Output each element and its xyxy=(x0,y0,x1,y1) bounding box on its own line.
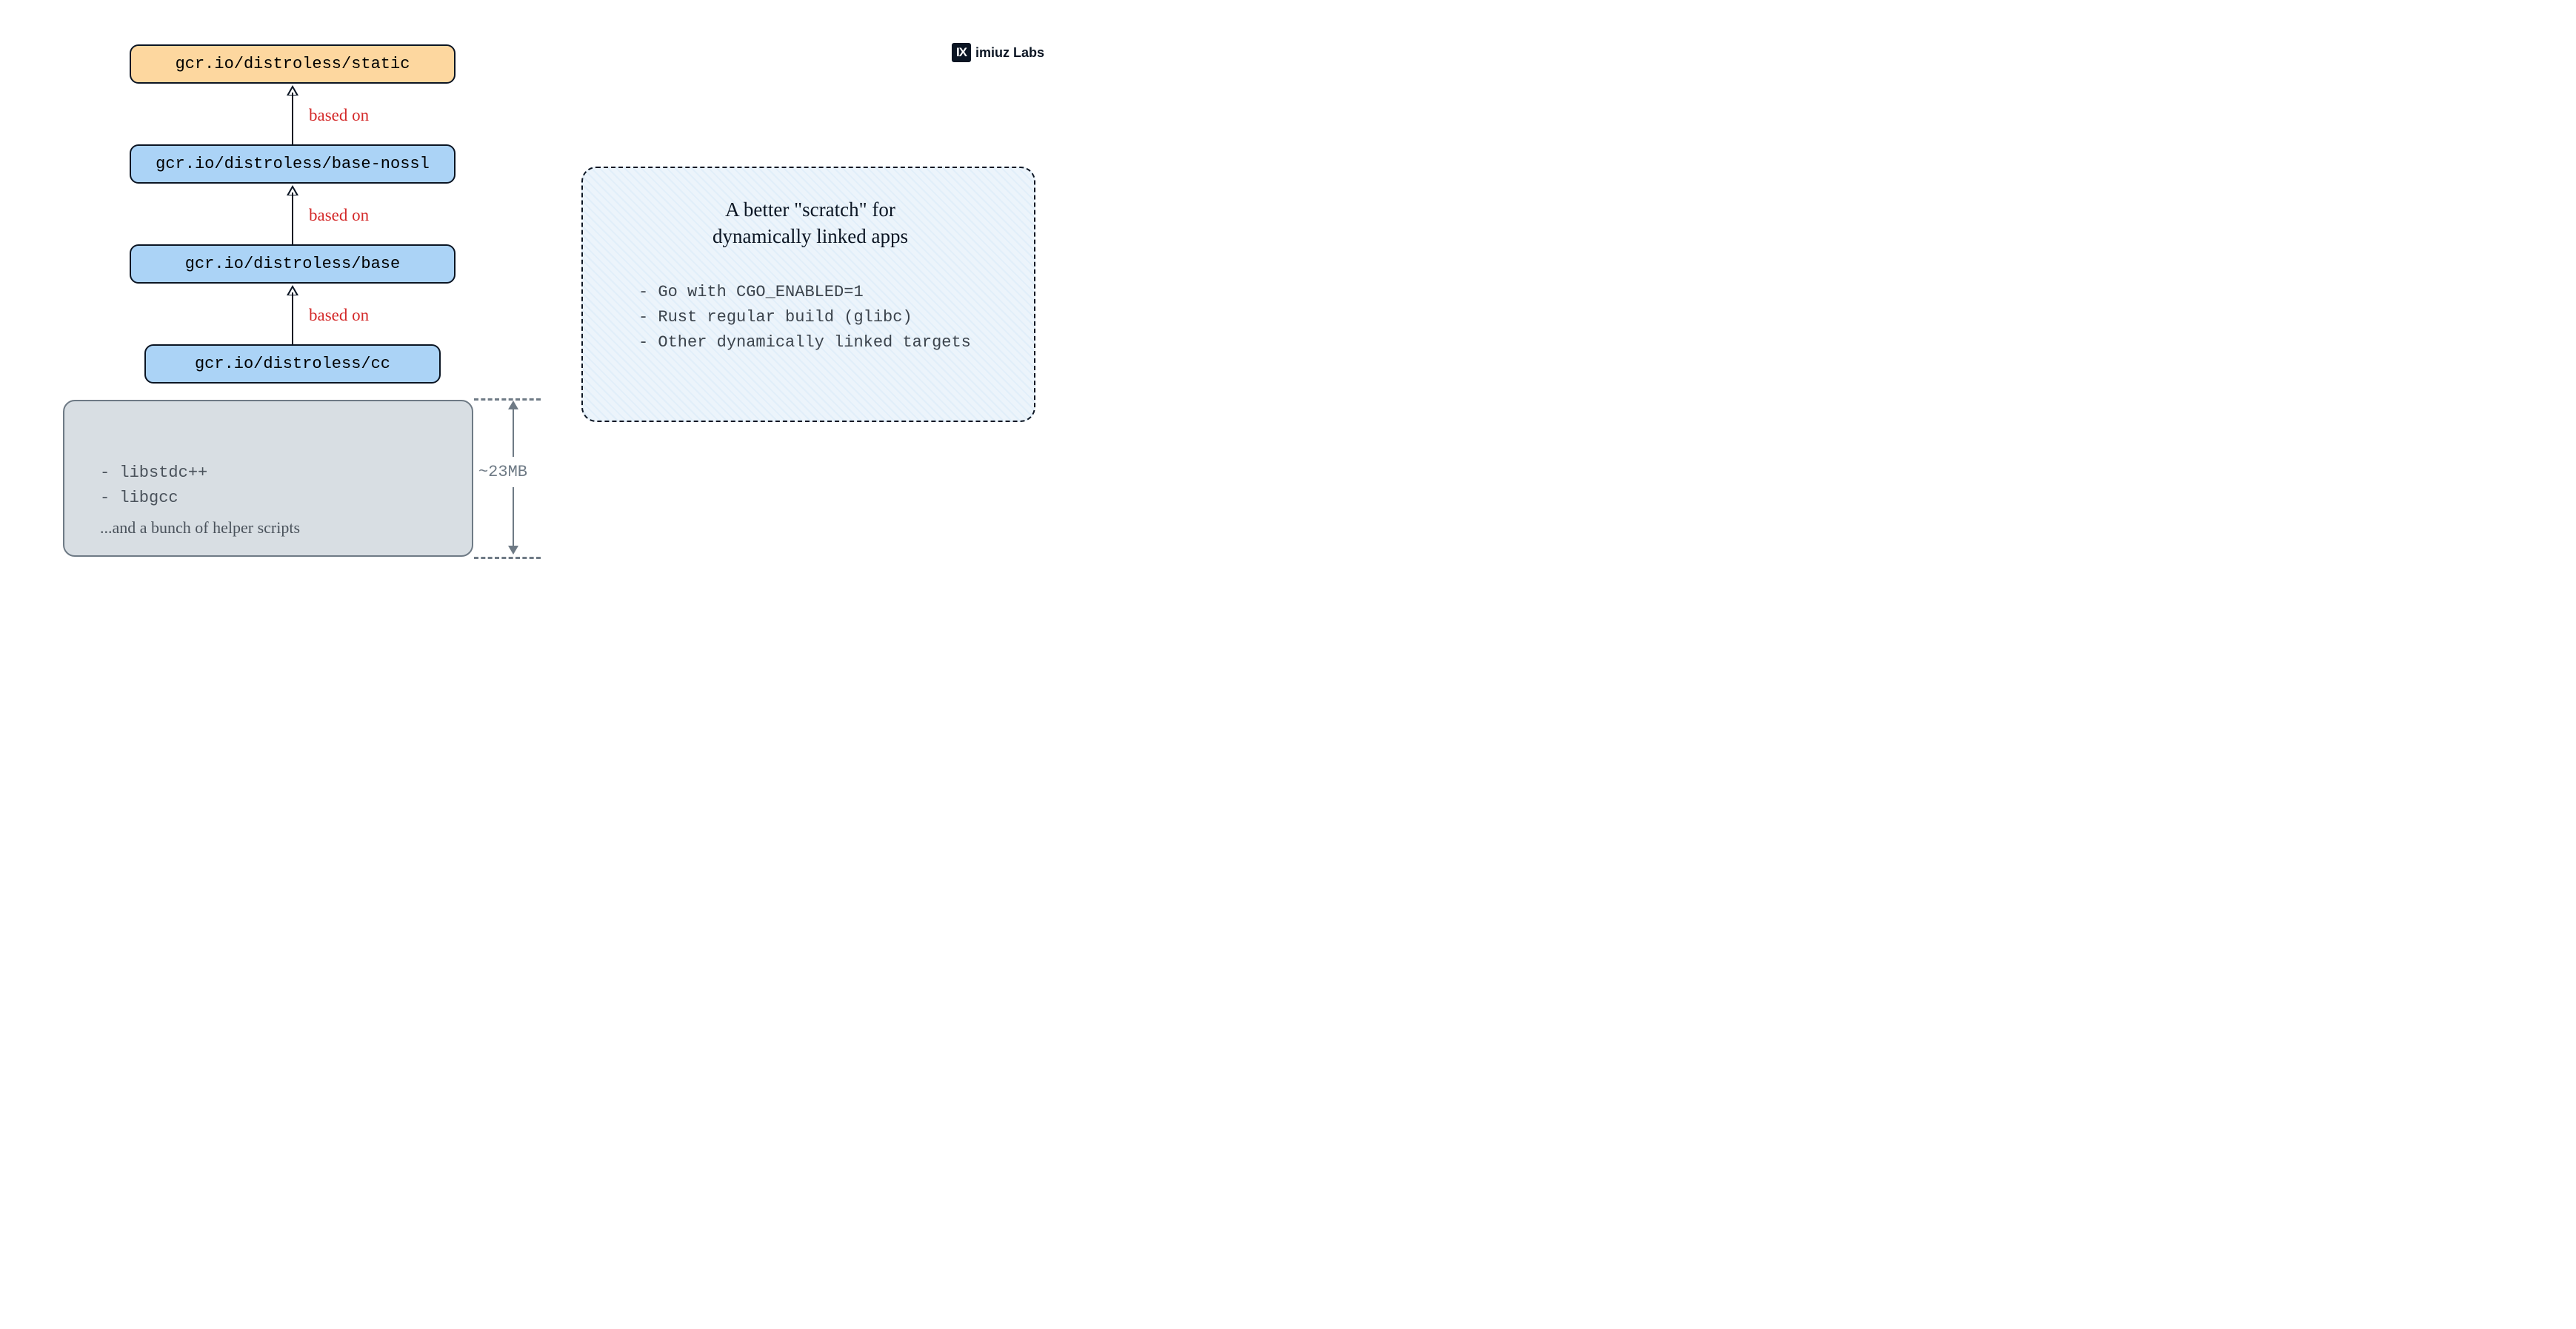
list-item: Go with CGO_ENABLED=1 xyxy=(658,283,863,301)
arrow-2: based on xyxy=(130,184,456,244)
summary-title-line2: dynamically linked apps xyxy=(713,225,908,247)
summary-title-line1: A better "scratch" for xyxy=(725,198,895,221)
arrow-down-icon xyxy=(508,546,518,555)
arrow-line xyxy=(292,292,293,344)
brand-logo-icon: IX xyxy=(952,43,971,62)
edge-label: based on xyxy=(309,306,369,325)
list-item: libstdc++ xyxy=(119,463,207,482)
cc-contents-extra: ...and a bunch of helper scripts xyxy=(100,518,450,538)
edge-label: based on xyxy=(309,206,369,225)
brand-logo: IX imiuz Labs xyxy=(952,43,1044,62)
summary-panel: A better "scratch" for dynamically linke… xyxy=(581,167,1035,422)
arrow-1: based on xyxy=(130,84,456,144)
node-distroless-cc: gcr.io/distroless/cc xyxy=(144,344,441,384)
size-dash-bottom xyxy=(474,557,541,559)
node-distroless-base: gcr.io/distroless/base xyxy=(130,244,456,284)
list-item: Rust regular build (glibc) xyxy=(658,308,912,327)
node-distroless-static: gcr.io/distroless/static xyxy=(130,44,456,84)
cc-contents-list: - libstdc++ - libgcc xyxy=(100,461,450,511)
arrow-line xyxy=(292,93,293,144)
arrow-3: based on xyxy=(130,284,456,344)
cc-contents-box: - libstdc++ - libgcc ...and a bunch of h… xyxy=(63,400,473,557)
brand-logo-text: imiuz Labs xyxy=(975,45,1044,61)
edge-label: based on xyxy=(309,106,369,125)
image-hierarchy: gcr.io/distroless/static based on gcr.io… xyxy=(63,44,522,384)
arrow-line xyxy=(292,193,293,244)
summary-title: A better "scratch" for dynamically linke… xyxy=(624,196,997,250)
size-label: ~23MB xyxy=(476,457,530,487)
summary-list: - Go with CGO_ENABLED=1 - Rust regular b… xyxy=(624,280,997,355)
list-item: libgcc xyxy=(119,489,178,507)
node-distroless-base-nossl: gcr.io/distroless/base-nossl xyxy=(130,144,456,184)
list-item: Other dynamically linked targets xyxy=(658,333,970,352)
